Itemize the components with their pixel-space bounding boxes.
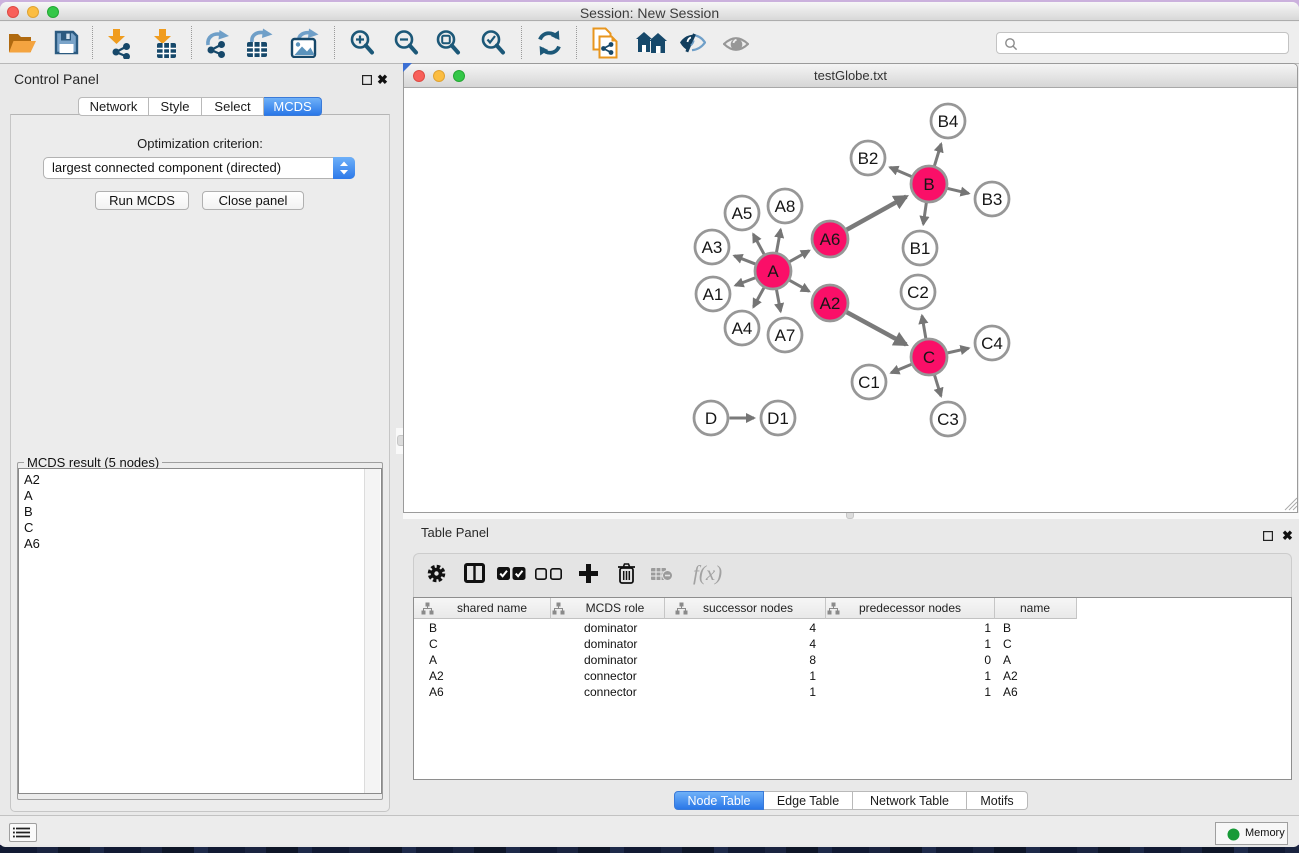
svg-text:A: A — [767, 262, 779, 281]
svg-text:A1: A1 — [703, 285, 724, 304]
svg-text:C: C — [923, 348, 935, 367]
svg-text:A6: A6 — [820, 230, 841, 249]
svg-text:B3: B3 — [982, 190, 1003, 209]
svg-text:C2: C2 — [907, 283, 929, 302]
svg-text:D: D — [705, 409, 717, 428]
svg-text:A3: A3 — [702, 238, 723, 257]
svg-text:A2: A2 — [820, 294, 841, 313]
svg-text:A5: A5 — [732, 204, 753, 223]
svg-text:D1: D1 — [767, 409, 789, 428]
svg-text:B1: B1 — [910, 239, 931, 258]
svg-text:B2: B2 — [858, 149, 879, 168]
svg-text:A8: A8 — [775, 197, 796, 216]
svg-text:C3: C3 — [937, 410, 959, 429]
svg-text:A7: A7 — [775, 326, 796, 345]
svg-text:A4: A4 — [732, 319, 753, 338]
svg-text:B: B — [923, 175, 934, 194]
svg-text:B4: B4 — [938, 112, 959, 131]
svg-text:C4: C4 — [981, 334, 1003, 353]
svg-text:C1: C1 — [858, 373, 880, 392]
